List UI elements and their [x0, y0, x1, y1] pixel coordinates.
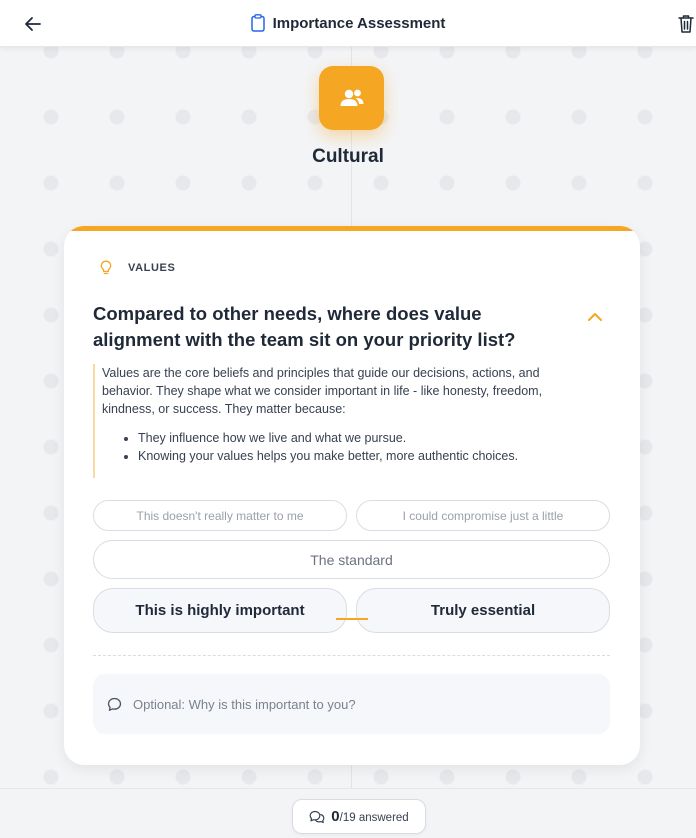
optional-note-input[interactable]: Optional: Why is this important to you? — [93, 674, 610, 734]
trash-icon — [678, 15, 694, 33]
back-button[interactable] — [22, 14, 44, 34]
option-truly-essential[interactable]: Truly essential — [356, 588, 610, 633]
progress-footer: 0/19 answered — [0, 788, 696, 838]
question-card: VALUES Compared to other needs, where do… — [64, 226, 640, 765]
answered-count: 0 — [331, 807, 340, 825]
dashed-divider — [93, 655, 610, 656]
option-doesnt-matter[interactable]: This doesn't really matter to me — [93, 500, 347, 531]
app-header: Importance Assessment — [0, 0, 696, 47]
clipboard-icon — [250, 14, 265, 32]
option-compromise-little[interactable]: I could compromise just a little — [356, 500, 610, 531]
arrow-left-icon — [25, 17, 41, 31]
delete-button[interactable] — [676, 13, 696, 35]
card-accent-bar — [64, 226, 640, 231]
category-tag-label: VALUES — [128, 261, 176, 274]
note-placeholder: Optional: Why is this important to you? — [133, 696, 356, 712]
category-title: Cultural — [312, 146, 384, 167]
bullet-item: Knowing your values helps you make bette… — [138, 447, 581, 465]
option-highly-important[interactable]: This is highly important — [93, 588, 347, 633]
collapse-button[interactable] — [586, 310, 604, 322]
chevron-up-icon — [588, 313, 602, 321]
answered-progress-pill: 0/19 answered — [292, 799, 426, 834]
answered-total: /19 answered — [339, 811, 409, 824]
description-bullets: They influence how we live and what we p… — [102, 429, 581, 465]
category-icon-badge — [319, 66, 384, 130]
option-connector-line — [336, 618, 368, 620]
description-text: Values are the core beliefs and principl… — [102, 366, 543, 416]
category-tag: VALUES — [100, 260, 175, 275]
users-icon — [340, 89, 363, 106]
lightbulb-icon — [100, 260, 112, 275]
question-text: Compared to other needs, where does valu… — [93, 303, 516, 350]
option-the-standard[interactable]: The standard — [93, 540, 610, 579]
page-title: Importance Assessment — [272, 14, 446, 32]
bullet-item: They influence how we live and what we p… — [138, 429, 581, 447]
value-description: Values are the core beliefs and principl… — [93, 364, 581, 478]
chat-bubbles-icon — [309, 810, 325, 823]
chat-bubble-icon — [107, 697, 122, 711]
header-title-group: Importance Assessment — [250, 14, 446, 32]
